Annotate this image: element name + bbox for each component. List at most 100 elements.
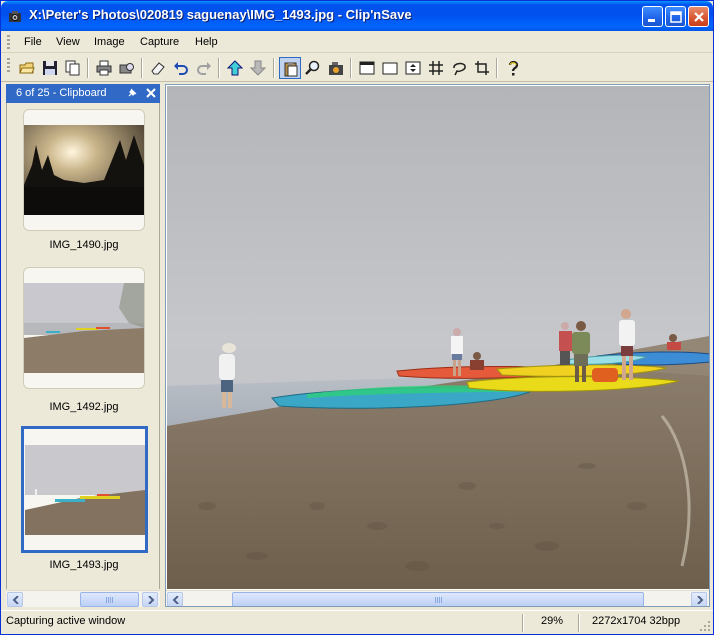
panel-title: 6 of 25 - Clipboard bbox=[16, 87, 107, 99]
capture-rectangle-icon bbox=[382, 62, 398, 75]
eraser-icon bbox=[151, 62, 165, 75]
thumbnail-image bbox=[24, 125, 144, 215]
status-divider bbox=[522, 614, 524, 632]
thumbnail-label: IMG_1490.jpg bbox=[49, 239, 119, 251]
image-viewer[interactable] bbox=[165, 84, 710, 607]
thumbnail-card-selected[interactable] bbox=[21, 426, 148, 553]
undo-icon bbox=[174, 62, 188, 75]
open-button[interactable] bbox=[16, 57, 38, 79]
print-button[interactable] bbox=[93, 57, 115, 79]
pin-icon[interactable] bbox=[126, 87, 138, 99]
close-icon bbox=[694, 12, 704, 22]
scroll-left-button[interactable] bbox=[167, 592, 183, 606]
capture-scrolling-icon bbox=[405, 61, 421, 75]
toolbar-separator bbox=[350, 58, 352, 78]
capture-screen-button[interactable] bbox=[325, 57, 347, 79]
menu-view[interactable]: View bbox=[56, 36, 80, 48]
toolbar-separator bbox=[141, 58, 143, 78]
print-icon bbox=[96, 60, 112, 76]
clipboard-panel: IMG_1490.jpg IMG_1492.jpg IMG_1493.jpg bbox=[6, 103, 160, 589]
viewer-horizontal-scrollbar[interactable] bbox=[166, 590, 709, 606]
capture-freehand-button[interactable] bbox=[448, 57, 470, 79]
close-button[interactable] bbox=[688, 6, 709, 27]
clipboard-button[interactable] bbox=[279, 57, 301, 79]
print-preview-icon bbox=[119, 63, 134, 74]
status-divider bbox=[578, 614, 580, 632]
status-bar: Capturing active window 29% 2272x1704 32… bbox=[1, 610, 713, 634]
menu-image[interactable]: Image bbox=[94, 36, 125, 48]
save-button[interactable] bbox=[39, 57, 61, 79]
thumbnail-image bbox=[25, 445, 145, 535]
redo-icon bbox=[197, 62, 211, 75]
toolbar-separator bbox=[87, 58, 89, 78]
close-icon[interactable] bbox=[145, 87, 157, 99]
window-title: X:\Peter's Photos\020819 saguenay\IMG_14… bbox=[29, 7, 412, 22]
capture-rectangle-button[interactable] bbox=[379, 57, 401, 79]
crop-icon bbox=[475, 61, 489, 75]
scroll-right-button[interactable] bbox=[691, 592, 707, 606]
save-icon bbox=[43, 61, 57, 75]
menu-help[interactable]: Help bbox=[195, 36, 218, 48]
toolbar-grip[interactable] bbox=[7, 58, 10, 72]
scroll-thumb[interactable] bbox=[232, 592, 644, 606]
help-button[interactable] bbox=[502, 57, 524, 79]
move-up-button[interactable] bbox=[224, 57, 246, 79]
menu-grip[interactable] bbox=[7, 35, 10, 49]
toolbar-separator bbox=[218, 58, 220, 78]
menu-capture[interactable]: Capture bbox=[140, 36, 179, 48]
zoom-icon bbox=[305, 60, 320, 75]
thumbnail-card[interactable] bbox=[23, 267, 145, 389]
crop-button[interactable] bbox=[471, 57, 493, 79]
menu-file[interactable]: File bbox=[24, 36, 42, 48]
capture-window-icon bbox=[359, 61, 375, 75]
redo-button[interactable] bbox=[193, 57, 215, 79]
minimize-icon bbox=[648, 19, 655, 22]
scroll-left-button[interactable] bbox=[7, 592, 23, 607]
resize-grip-icon[interactable] bbox=[699, 620, 711, 632]
panel-horizontal-scrollbar[interactable] bbox=[6, 590, 160, 607]
chevron-right-icon bbox=[148, 596, 155, 604]
scroll-thumb[interactable] bbox=[80, 592, 139, 607]
move-down-button[interactable] bbox=[247, 57, 269, 79]
arrow-up-icon bbox=[227, 60, 243, 76]
print-preview-button[interactable] bbox=[116, 57, 138, 79]
open-folder-icon bbox=[19, 62, 35, 74]
eraser-button[interactable] bbox=[147, 57, 169, 79]
thumbnail-card[interactable] bbox=[23, 109, 145, 231]
main-photo[interactable] bbox=[167, 86, 710, 589]
image-info: 2272x1704 32bpp bbox=[592, 615, 681, 627]
chevron-left-icon bbox=[12, 596, 19, 604]
camera-app-icon bbox=[9, 11, 21, 22]
chevron-right-icon bbox=[697, 596, 704, 604]
undo-button[interactable] bbox=[170, 57, 192, 79]
copy-icon bbox=[65, 60, 80, 76]
menu-bar: File View Image Capture Help bbox=[1, 31, 713, 53]
zoom-level: 29% bbox=[541, 615, 564, 627]
title-bar[interactable]: X:\Peter's Photos\020819 saguenay\IMG_14… bbox=[1, 1, 713, 31]
maximize-button[interactable] bbox=[665, 6, 686, 27]
clipboard-panel-header: 6 of 25 - Clipboard bbox=[6, 84, 160, 103]
app-window: X:\Peter's Photos\020819 saguenay\IMG_14… bbox=[0, 0, 714, 635]
copy-button[interactable] bbox=[62, 57, 84, 79]
minimize-button[interactable] bbox=[642, 6, 663, 27]
status-message: Capturing active window bbox=[6, 615, 126, 627]
capture-scrolling-button[interactable] bbox=[402, 57, 424, 79]
help-icon bbox=[508, 60, 519, 76]
scroll-right-button[interactable] bbox=[142, 592, 158, 607]
maximize-icon bbox=[670, 11, 682, 23]
capture-screen-icon bbox=[329, 62, 343, 75]
zoom-button[interactable] bbox=[302, 57, 324, 79]
thumbnail-label: IMG_1493.jpg bbox=[49, 559, 119, 571]
capture-grid-button[interactable] bbox=[425, 57, 447, 79]
arrow-down-icon bbox=[250, 60, 266, 76]
clipboard-icon bbox=[284, 62, 298, 77]
scroll-grip bbox=[106, 597, 114, 603]
capture-window-button[interactable] bbox=[356, 57, 378, 79]
chevron-left-icon bbox=[172, 596, 179, 604]
scroll-grip bbox=[435, 597, 443, 603]
capture-freehand-icon bbox=[453, 62, 466, 76]
toolbar-separator bbox=[273, 58, 275, 78]
thumbnail-image bbox=[24, 283, 144, 373]
toolbar bbox=[1, 54, 713, 82]
thumbnail-label: IMG_1492.jpg bbox=[49, 401, 119, 413]
